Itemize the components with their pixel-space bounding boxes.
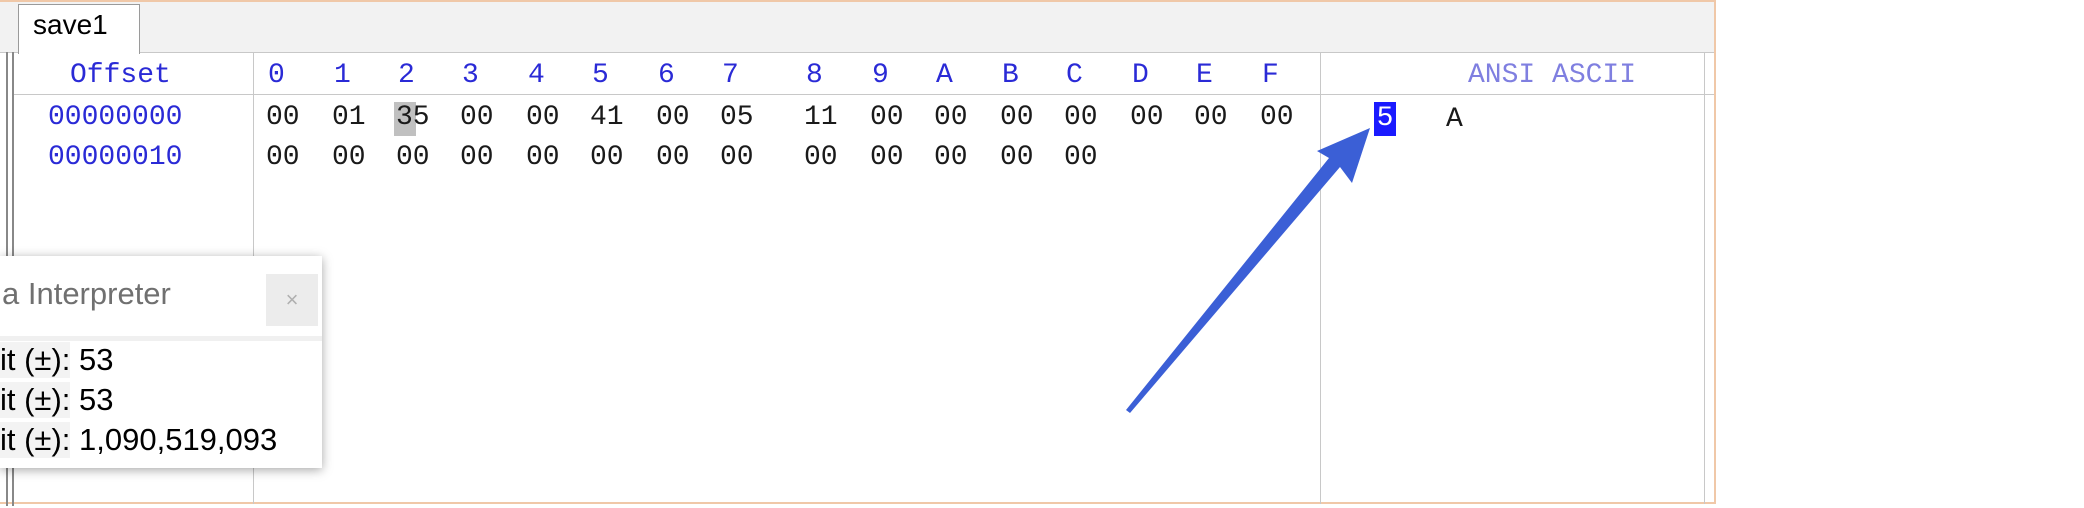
hex-byte[interactable]: 00 — [460, 140, 494, 176]
column-header-2: 2 — [398, 60, 415, 91]
hex-byte[interactable]: 00 — [656, 140, 690, 176]
ansi-ascii-header: ANSI ASCII — [1468, 60, 1637, 91]
column-header-D: D — [1132, 60, 1149, 91]
hex-byte[interactable]: 00 — [526, 140, 560, 176]
offset-header: Offset — [70, 60, 171, 91]
hex-byte[interactable]: 00 — [396, 140, 430, 176]
interpreter-value: 53 — [79, 382, 114, 417]
ascii-column-divider — [1320, 52, 1321, 504]
column-header-F: F — [1262, 60, 1279, 91]
ascii-char[interactable]: A — [1446, 102, 1463, 138]
hex-byte[interactable]: 00 — [1000, 140, 1034, 176]
column-header-A: A — [936, 60, 953, 91]
column-header-4: 4 — [528, 60, 545, 91]
column-header-0: 0 — [268, 60, 285, 91]
column-header-1: 1 — [334, 60, 351, 91]
column-header-8: 8 — [806, 60, 823, 91]
hex-byte[interactable]: 00 — [656, 100, 690, 136]
tab-save1[interactable]: save1 — [18, 4, 140, 54]
column-header-E: E — [1196, 60, 1213, 91]
row-offset: 00000010 — [48, 142, 183, 173]
hex-byte[interactable]: 00 — [1260, 100, 1294, 136]
hex-byte[interactable]: 00 — [870, 100, 904, 136]
interpreter-row: it (±): 53 — [0, 382, 114, 418]
column-header-7: 7 — [722, 60, 739, 91]
column-header-6: 6 — [658, 60, 675, 91]
hex-byte[interactable]: 41 — [590, 100, 624, 136]
tab-strip: save1 — [0, 2, 1714, 54]
right-column-divider — [1704, 52, 1705, 504]
hex-byte[interactable]: 01 — [332, 100, 366, 136]
hex-byte[interactable]: 00 — [590, 140, 624, 176]
interpreter-label: it (±): — [0, 422, 71, 458]
ascii-char-selected[interactable]: 5 — [1374, 102, 1396, 136]
interpreter-label: it (±): — [0, 382, 71, 418]
hex-byte[interactable]: 00 — [1064, 140, 1098, 176]
column-header-3: 3 — [462, 60, 479, 91]
column-header-B: B — [1002, 60, 1019, 91]
interpreter-row: it (±): 53 — [0, 342, 114, 378]
hex-byte[interactable]: 00 — [1064, 100, 1098, 136]
hex-byte[interactable]: 00 — [266, 140, 300, 176]
hex-byte[interactable]: 35 — [396, 100, 430, 136]
interpreter-label: it (±): — [0, 342, 71, 378]
interpreter-value: 53 — [79, 342, 114, 377]
close-icon[interactable]: × — [266, 274, 318, 326]
header-divider — [14, 94, 1714, 95]
hex-byte[interactable]: 00 — [1194, 100, 1228, 136]
hex-byte[interactable]: 00 — [934, 140, 968, 176]
column-header-9: 9 — [872, 60, 889, 91]
hex-byte[interactable]: 00 — [934, 100, 968, 136]
interpreter-value: 1,090,519,093 — [79, 422, 278, 457]
hex-byte[interactable]: 00 — [870, 140, 904, 176]
hex-byte[interactable]: 00 — [332, 140, 366, 176]
panel-title: a Interpreter — [2, 276, 171, 311]
row-offset: 00000000 — [48, 102, 183, 133]
hex-byte[interactable]: 00 — [526, 100, 560, 136]
hex-byte[interactable]: 00 — [1000, 100, 1034, 136]
hex-byte[interactable]: 05 — [720, 100, 754, 136]
hex-byte[interactable]: 00 — [1130, 100, 1164, 136]
column-header-5: 5 — [592, 60, 609, 91]
hex-byte[interactable]: 00 — [460, 100, 494, 136]
column-header-C: C — [1066, 60, 1083, 91]
hex-byte[interactable]: 00 — [720, 140, 754, 176]
data-interpreter-panel: a Interpreter × it (±): 53 it (±): 53 it… — [0, 256, 322, 468]
interpreter-row: it (±): 1,090,519,093 — [0, 422, 277, 458]
panel-separator — [0, 336, 322, 341]
hex-byte[interactable]: 00 — [266, 100, 300, 136]
hex-byte[interactable]: 00 — [804, 140, 838, 176]
hex-byte[interactable]: 11 — [804, 100, 838, 136]
